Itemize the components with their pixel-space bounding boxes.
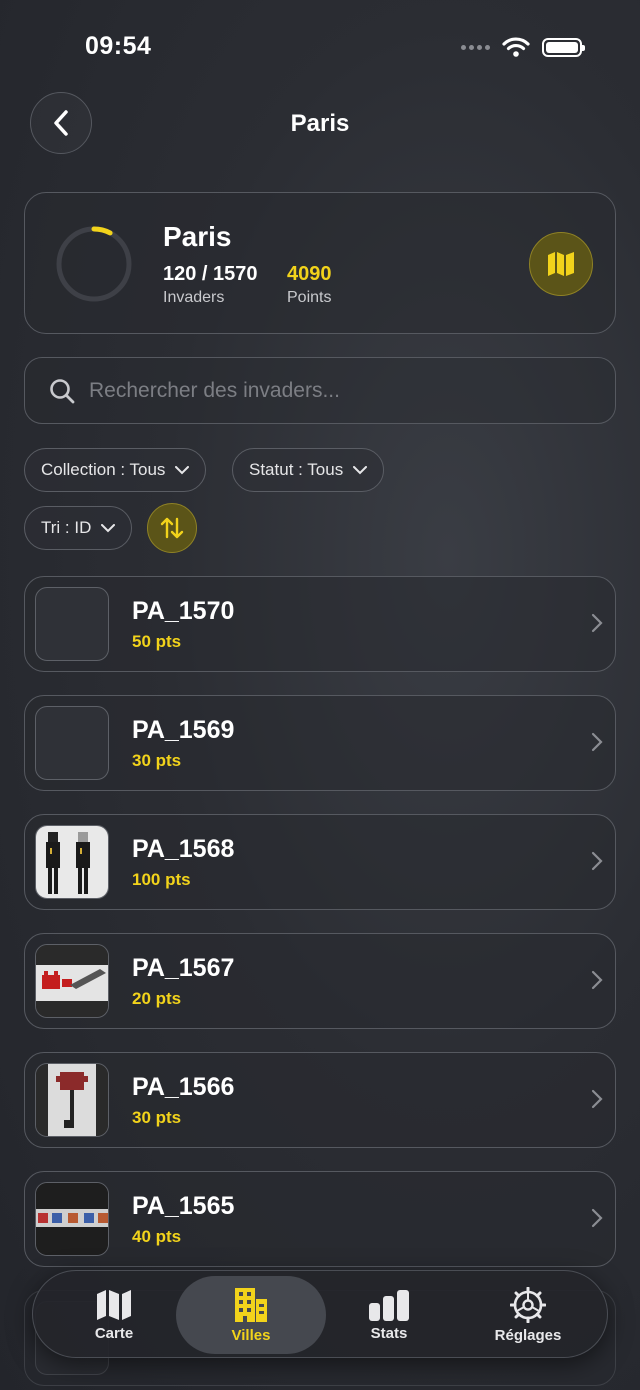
wifi-icon bbox=[502, 37, 530, 57]
status-bar: 09:54 bbox=[0, 0, 640, 90]
invader-row[interactable]: PA_1568 100 pts bbox=[24, 814, 616, 910]
invader-thumbnail bbox=[35, 1182, 109, 1256]
page-title: Paris bbox=[290, 110, 350, 137]
city-summary-card: Paris 120 / 1570 Invaders 4090 Points bbox=[24, 192, 616, 334]
invader-row[interactable]: PA_1565 40 pts bbox=[24, 1171, 616, 1267]
tab-reglages-label: Réglages bbox=[494, 1326, 562, 1344]
found-count: 120 / 1570 bbox=[163, 263, 258, 285]
tab-stats[interactable]: Stats bbox=[314, 1271, 464, 1359]
chevron-right-icon bbox=[591, 851, 603, 871]
city-map-button[interactable] bbox=[529, 232, 593, 296]
chevron-down-icon bbox=[101, 523, 116, 532]
points-value: 4090 bbox=[287, 263, 332, 285]
collection-filter-label: Collection : Tous bbox=[41, 460, 166, 479]
map-icon bbox=[548, 252, 574, 276]
invader-id: PA_1568 bbox=[132, 835, 235, 863]
search-icon bbox=[50, 378, 75, 403]
invader-points: 40 pts bbox=[132, 1227, 182, 1246]
city-name: Paris bbox=[163, 221, 232, 252]
invader-thumbnail bbox=[35, 587, 109, 661]
navigation-bar: Paris bbox=[0, 90, 640, 156]
invader-points: 50 pts bbox=[132, 632, 182, 651]
invader-row[interactable]: PA_1569 30 pts bbox=[24, 695, 616, 791]
tab-reglages[interactable]: Réglages bbox=[453, 1271, 603, 1359]
status-filter[interactable]: Statut : Tous bbox=[232, 448, 385, 492]
invader-id: PA_1569 bbox=[132, 716, 235, 744]
chevron-right-icon bbox=[591, 613, 603, 633]
status-time: 09:54 bbox=[85, 32, 152, 60]
sort-filter-label: Tri : ID bbox=[41, 518, 92, 537]
invader-id: PA_1570 bbox=[132, 597, 235, 625]
invader-thumbnail bbox=[35, 825, 109, 899]
search-input[interactable] bbox=[89, 378, 569, 403]
tab-carte-label: Carte bbox=[94, 1324, 134, 1342]
invader-row[interactable]: PA_1570 50 pts bbox=[24, 576, 616, 672]
chevron-right-icon bbox=[591, 970, 603, 990]
progress-ring bbox=[56, 226, 132, 302]
bar-chart-icon bbox=[369, 1289, 409, 1321]
status-icons bbox=[461, 36, 585, 58]
invader-thumbnail bbox=[35, 1063, 109, 1137]
tab-stats-label: Stats bbox=[370, 1324, 408, 1342]
signal-icon bbox=[461, 44, 490, 50]
sort-filter[interactable]: Tri : ID bbox=[24, 506, 133, 550]
points-label: Points bbox=[287, 289, 332, 306]
battery-icon bbox=[542, 37, 585, 57]
invader-row[interactable]: PA_1567 20 pts bbox=[24, 933, 616, 1029]
tab-villes[interactable]: Villes bbox=[176, 1276, 326, 1354]
invader-thumbnail bbox=[35, 944, 109, 1018]
chevron-right-icon bbox=[591, 1208, 603, 1228]
sort-arrows-icon bbox=[160, 517, 184, 539]
buildings-icon bbox=[235, 1287, 267, 1322]
status-filter-label: Statut : Tous bbox=[249, 460, 344, 479]
invader-photo bbox=[36, 1183, 108, 1255]
invader-photo bbox=[36, 1064, 108, 1136]
invader-thumbnail bbox=[35, 706, 109, 780]
tab-carte[interactable]: Carte bbox=[39, 1271, 189, 1359]
found-label: Invaders bbox=[163, 289, 225, 306]
invader-points: 100 pts bbox=[132, 870, 191, 889]
invader-points: 30 pts bbox=[132, 1108, 182, 1127]
chevron-right-icon bbox=[591, 1089, 603, 1109]
tab-villes-label: Villes bbox=[231, 1326, 271, 1344]
invader-photo bbox=[36, 826, 108, 898]
invader-row[interactable]: PA_1566 30 pts bbox=[24, 1052, 616, 1148]
search-bar[interactable] bbox=[24, 357, 616, 424]
collection-filter[interactable]: Collection : Tous bbox=[24, 448, 207, 492]
chevron-right-icon bbox=[591, 732, 603, 752]
sort-direction-button[interactable] bbox=[147, 503, 197, 553]
invader-id: PA_1567 bbox=[132, 954, 235, 982]
map-icon bbox=[97, 1289, 131, 1320]
invader-id: PA_1566 bbox=[132, 1073, 235, 1101]
chevron-down-icon bbox=[175, 465, 190, 474]
invader-points: 30 pts bbox=[132, 751, 182, 770]
gear-icon bbox=[510, 1286, 546, 1323]
invader-id: PA_1565 bbox=[132, 1192, 235, 1220]
invader-photo bbox=[36, 945, 108, 1017]
tab-bar: Carte Villes Stats Réglages bbox=[32, 1270, 608, 1358]
chevron-down-icon bbox=[353, 465, 368, 474]
invader-points: 20 pts bbox=[132, 989, 182, 1008]
